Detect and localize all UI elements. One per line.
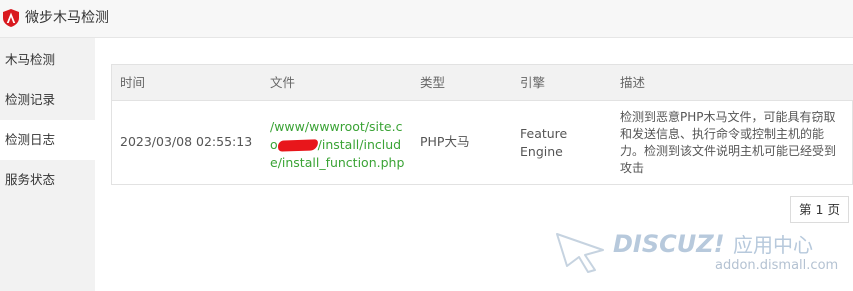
watermark-brand: DISCUZ! 应用中心 [613, 230, 813, 259]
shield-logo-icon [3, 9, 19, 27]
sidebar: 木马检测 检测记录 检测日志 服务状态 [0, 38, 95, 291]
sidebar-item-label: 服务状态 [5, 172, 56, 187]
sidebar-item-trojan-scan[interactable]: 木马检测 [0, 40, 95, 80]
watermark: DISCUZ! 应用中心 addon.dismall.com [555, 228, 845, 278]
sidebar-item-service-status[interactable]: 服务状态 [0, 160, 95, 200]
cell-time: 2023/03/08 02:55:13 [120, 134, 253, 149]
redaction-mark [277, 139, 318, 152]
sidebar-item-label: 检测日志 [5, 132, 56, 147]
sidebar-item-label: 木马检测 [5, 52, 56, 67]
log-table: 时间 文件 类型 引擎 描述 2023/03/08 02:55:13 /www/… [111, 64, 853, 185]
cell-file-path[interactable]: /www/wwwroot/site.co/install/include/ins… [270, 118, 410, 172]
cursor-arrow-icon [556, 233, 604, 273]
column-header-file: 文件 [270, 75, 296, 90]
sidebar-item-label: 检测记录 [5, 92, 56, 107]
column-header-description: 描述 [620, 75, 646, 90]
column-header-time: 时间 [120, 75, 146, 90]
cell-engine: Feature Engine [520, 126, 568, 159]
title-bar: 微步木马检测 [0, 0, 853, 38]
sidebar-item-scan-records[interactable]: 检测记录 [0, 80, 95, 120]
cell-type: PHP大马 [420, 134, 470, 149]
watermark-brand-center: 应用中心 [732, 233, 813, 257]
sidebar-item-scan-logs[interactable]: 检测日志 [0, 120, 95, 160]
watermark-domain: addon.dismall.com [715, 258, 839, 273]
cell-description: 检测到恶意PHP木马文件，可能具有窃取和发送信息、执行命令或控制主机的能力。检测… [620, 110, 837, 175]
page-indicator-button[interactable]: 第 1 页 [790, 196, 849, 223]
app-title: 微步木马检测 [25, 10, 109, 26]
column-header-engine: 引擎 [520, 75, 546, 90]
watermark-brand-name: DISCUZ! [613, 230, 725, 258]
table-header: 时间 文件 类型 引擎 描述 [112, 65, 853, 101]
table-row: 2023/03/08 02:55:13 /www/wwwroot/site.co… [112, 101, 852, 184]
column-header-type: 类型 [420, 75, 446, 90]
